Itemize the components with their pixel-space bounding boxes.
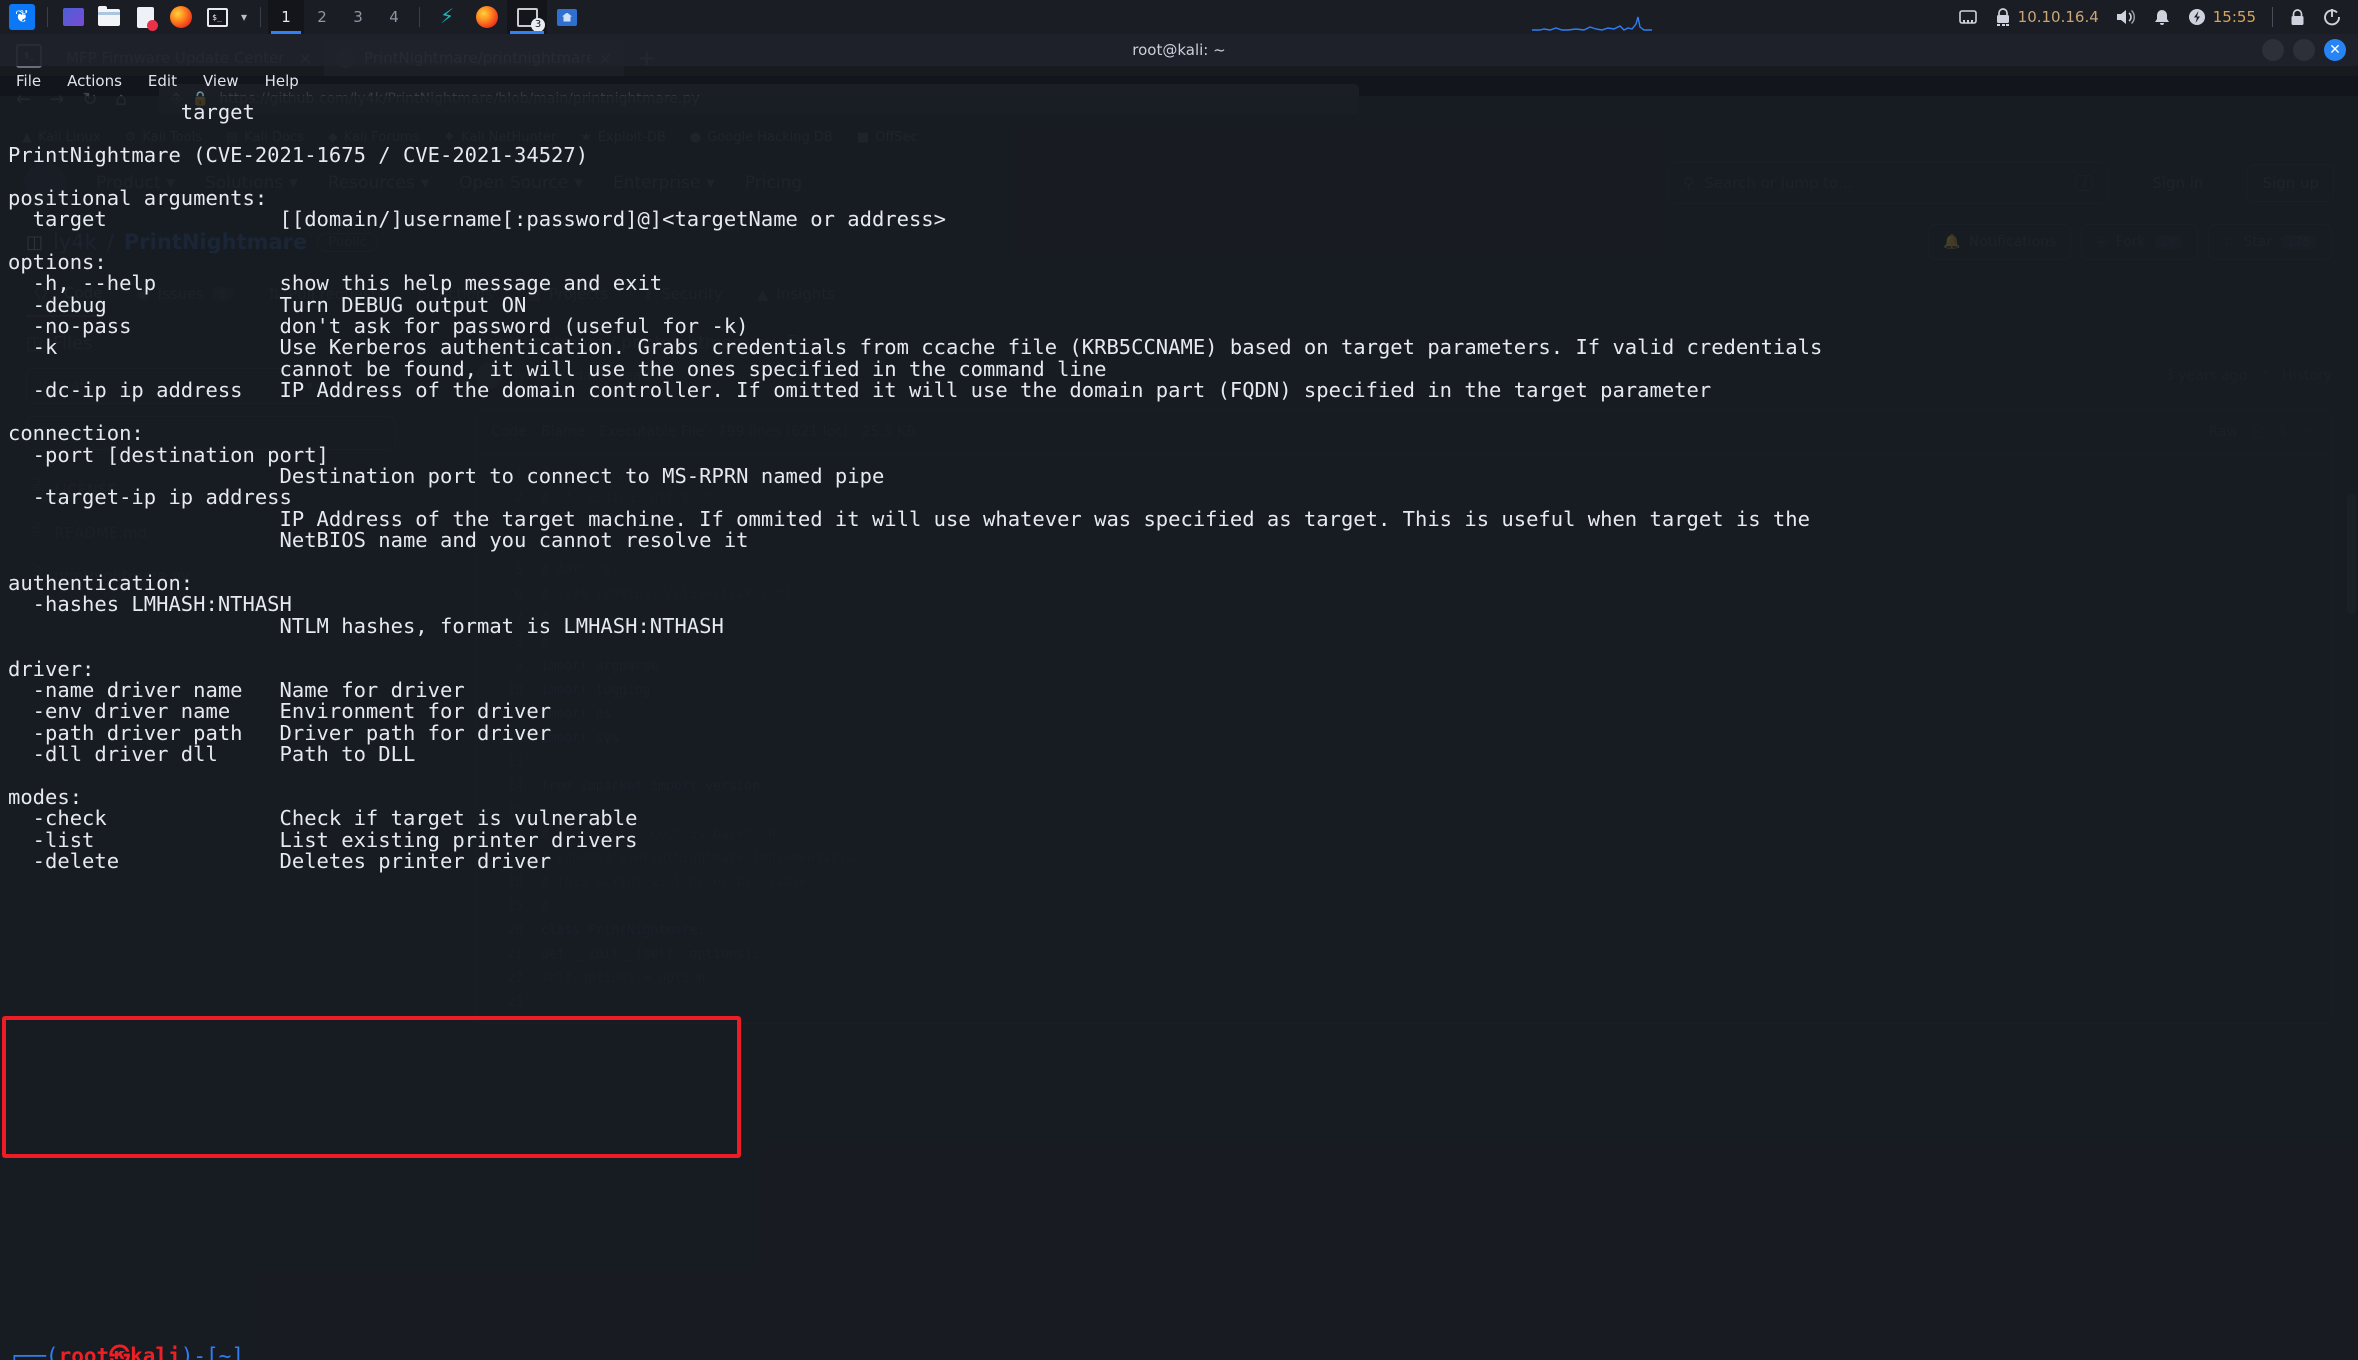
- tray-vpn[interactable]: 10.10.16.4: [1988, 0, 2105, 34]
- lock-icon: [2291, 8, 2304, 25]
- menu-view[interactable]: View: [203, 72, 239, 90]
- home-icon: [557, 8, 577, 26]
- driver-section-highlight: [2, 1016, 741, 1158]
- taskbar-window-firefox[interactable]: [467, 0, 507, 34]
- file-manager-button[interactable]: [94, 4, 124, 30]
- network-icon: [1958, 10, 1977, 24]
- menu-help[interactable]: Help: [265, 72, 299, 90]
- taskbar-window-home[interactable]: [547, 0, 587, 34]
- bell-icon: [2154, 9, 2169, 25]
- terminal-window-title: root@kali: ~: [1132, 41, 1226, 59]
- system-tray: 10.10.16.4 15:55: [1952, 0, 2358, 34]
- app-launcher-blue[interactable]: [58, 4, 88, 30]
- firefox-icon: [170, 6, 192, 28]
- prompt-at-symbol: ㉿: [109, 1344, 131, 1360]
- tray-logout[interactable]: [2316, 0, 2348, 34]
- prompt-bracket-open: ┌──(: [8, 1344, 59, 1360]
- divider: [47, 7, 48, 27]
- minimize-button[interactable]: [2262, 39, 2284, 61]
- firefox-button[interactable]: [166, 4, 196, 30]
- menu-edit[interactable]: Edit: [148, 72, 177, 90]
- chevron-down-icon[interactable]: ▾: [235, 10, 253, 24]
- tray-lock[interactable]: [2283, 0, 2312, 34]
- tray-volume[interactable]: [2109, 0, 2143, 34]
- terminal-icon: $_: [206, 7, 228, 27]
- close-button[interactable]: ✕: [2324, 39, 2346, 61]
- prompt-host: kali: [130, 1344, 181, 1360]
- maximize-button[interactable]: [2293, 39, 2315, 61]
- taskbar-spacer: [587, 0, 1952, 34]
- terminal-screen[interactable]: target PrintNightmare (CVE-2021-1675 / C…: [0, 96, 2358, 1360]
- prompt-cwd: ~: [218, 1344, 232, 1360]
- menu-actions[interactable]: Actions: [67, 72, 122, 90]
- divider: [419, 7, 420, 27]
- vpn-lock-icon: [1996, 8, 2009, 26]
- lightning-icon: ⚡: [439, 4, 455, 28]
- window-controls: ✕: [2262, 39, 2346, 61]
- workspace-2[interactable]: 2: [304, 0, 340, 34]
- taskbar-window-terminal[interactable]: 3: [507, 0, 547, 34]
- tray-network[interactable]: [1952, 0, 1984, 34]
- prompt-bracket-close: ]: [231, 1344, 244, 1360]
- terminal-menu-bar: File Actions Edit View Help: [0, 66, 2358, 96]
- edit-badge-icon: [146, 19, 158, 31]
- desktop-taskbar: ❦ $_ ▾ 1 2 3 4 ⚡ 3 10.10.16.4 15:55: [0, 0, 2358, 34]
- logout-icon: [2324, 9, 2340, 26]
- power-icon: [2188, 9, 2205, 25]
- file-manager-icon: [98, 5, 120, 26]
- vpn-ip-address: 10.10.16.4: [2017, 8, 2099, 26]
- shell-prompt: ┌──(root㉿kali)-[~] └─#: [8, 1341, 244, 1360]
- tray-notifications[interactable]: [2147, 0, 2177, 34]
- prompt-line-1: ┌──(root㉿kali)-[~]: [8, 1341, 244, 1360]
- text-editor-button[interactable]: [130, 4, 160, 31]
- terminal-title-bar[interactable]: root@kali: ~ ✕: [0, 34, 2358, 66]
- divider: [2272, 7, 2273, 27]
- volume-icon: [2116, 9, 2135, 25]
- workspace-1[interactable]: 1: [268, 0, 304, 34]
- clock: 15:55: [2212, 8, 2256, 26]
- app-icon-blue-square: [62, 8, 84, 26]
- tray-power[interactable]: 15:55: [2181, 0, 2262, 34]
- prompt-user: root: [58, 1344, 110, 1360]
- firefox-icon: [476, 6, 498, 28]
- terminal-output: target PrintNightmare (CVE-2021-1675 / C…: [8, 100, 1823, 874]
- prompt-bracket-mid: )-[: [180, 1344, 219, 1360]
- window-count-badge: 3: [531, 18, 545, 32]
- text-editor-icon: [136, 6, 158, 31]
- divider: [260, 7, 261, 27]
- taskbar-launchers: ❦ $_ ▾ 1 2 3 4 ⚡ 3: [0, 0, 587, 34]
- workspace-4[interactable]: 4: [376, 0, 412, 34]
- taskbar-window-burp[interactable]: ⚡: [427, 0, 467, 34]
- terminal-launcher-button[interactable]: $_: [202, 4, 232, 30]
- terminal-window: root@kali: ~ ✕ File Actions Edit View He…: [0, 34, 2358, 1360]
- kali-menu-button[interactable]: ❦: [7, 4, 37, 30]
- menu-file[interactable]: File: [16, 72, 41, 90]
- workspace-3[interactable]: 3: [340, 0, 376, 34]
- network-activity-graph: [1531, 16, 1652, 31]
- kali-dragon-icon: ❦: [9, 4, 35, 30]
